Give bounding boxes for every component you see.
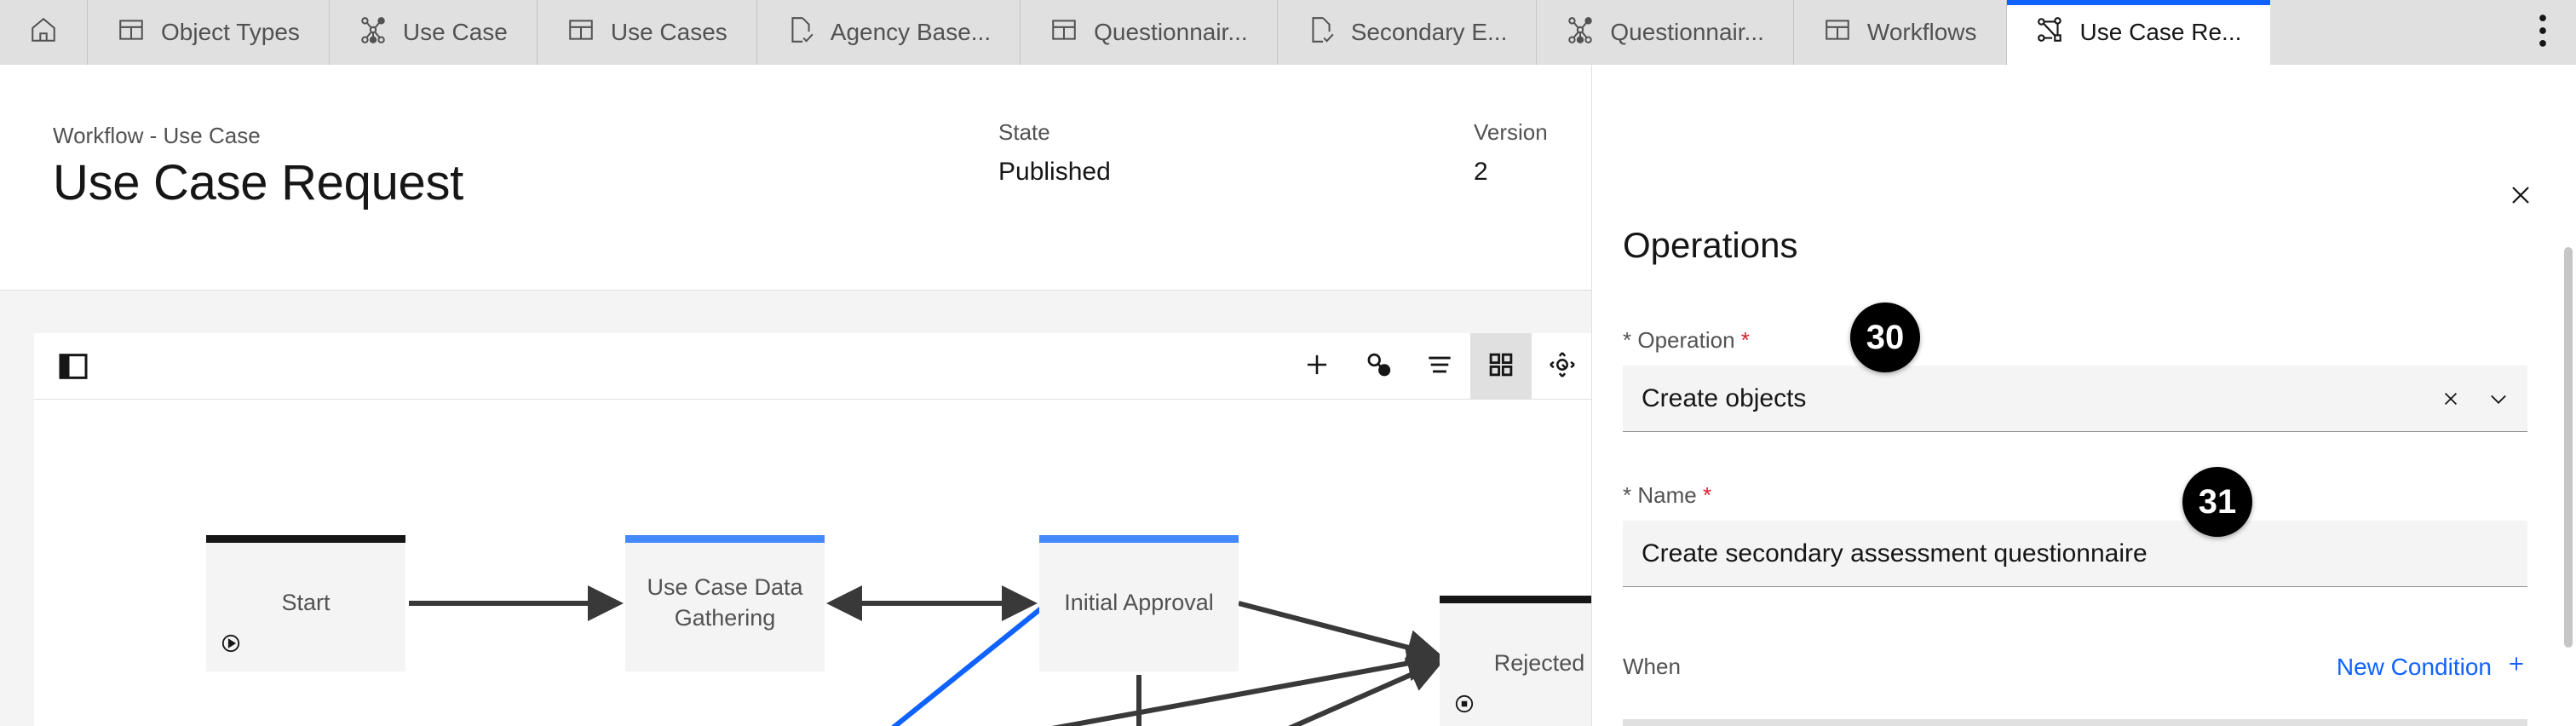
graph-network-icon: [359, 15, 388, 50]
table-icon: [117, 15, 146, 50]
node-label: Use Case Data Gathering: [647, 574, 803, 631]
callout-badge-31: 31: [2182, 467, 2252, 537]
state-meta: State Published: [998, 119, 1111, 187]
play-circle-icon: [220, 632, 242, 663]
node-accent-bar: [1039, 535, 1239, 543]
stop-circle-icon: [1453, 693, 1475, 723]
align-lines-icon: [1423, 349, 1456, 385]
tab-object-types[interactable]: Object Types: [88, 0, 330, 65]
graph-network-icon: [1566, 15, 1595, 50]
tab-label: Secondary E...: [1350, 19, 1508, 45]
tab-label: Use Cases: [610, 19, 727, 45]
add-relation-button[interactable]: [1348, 333, 1409, 400]
document-check-icon: [786, 15, 815, 50]
tab-use-case-request[interactable]: Use Case Re...: [2006, 0, 2272, 65]
plus-icon: [2505, 653, 2527, 681]
tab-label: Object Types: [161, 19, 300, 45]
grid-icon: [1485, 349, 1517, 385]
tab-overflow-menu-button[interactable]: [2510, 0, 2576, 65]
table-icon: [566, 15, 595, 50]
browser-tab-bar: Object Types Use Case Use Cases Agency B…: [0, 0, 2576, 65]
node-accent-bar: [206, 535, 405, 543]
operation-field-group: * Operation * Create objects: [1623, 327, 2527, 432]
operation-label: * Operation *: [1623, 327, 2527, 354]
tab-workflows[interactable]: Workflows: [1793, 0, 2007, 65]
workflow-icon: [2036, 15, 2065, 50]
close-panel-button[interactable]: [2501, 177, 2540, 216]
node-label: Rejected: [1493, 650, 1585, 677]
name-field-group: * Name * Create secondary assessment que…: [1623, 482, 2527, 587]
when-section-header: When New Condition: [1623, 653, 2527, 681]
side-panel-open-icon[interactable]: [56, 349, 90, 383]
breadcrumb: Workflow - Use Case: [53, 123, 261, 148]
grid-layout-button[interactable]: [1470, 333, 1532, 400]
required-asterisk: *: [1702, 482, 1712, 508]
workflow-node-initial-approval[interactable]: Initial Approval: [1039, 535, 1239, 671]
tab-label: Questionnair...: [1610, 19, 1764, 45]
new-condition-button[interactable]: New Condition: [2337, 653, 2527, 681]
label-text: Name: [1637, 482, 1697, 508]
name-value: Create secondary assessment questionnair…: [1642, 539, 2148, 568]
plus-icon: [1301, 349, 1333, 385]
tab-use-case[interactable]: Use Case: [329, 0, 538, 65]
center-focus-icon: [1546, 349, 1578, 385]
state-label: State: [998, 119, 1050, 145]
when-label: When: [1623, 654, 1681, 679]
version-value: 2: [1474, 158, 1488, 186]
workflow-toolbar: [34, 333, 1593, 400]
required-asterisk: *: [1740, 327, 1750, 353]
condition-table-header: ID Field Operator Value: [1623, 719, 2527, 726]
add-node-button[interactable]: [1286, 333, 1348, 400]
operation-select[interactable]: Create objects: [1623, 366, 2527, 432]
table-icon: [1823, 15, 1852, 50]
workflow-node-use-case-data-gathering[interactable]: Use Case Data Gathering: [625, 535, 825, 671]
operations-side-panel: Operations * Operation * Create objects: [1591, 65, 2576, 726]
home-icon: [29, 15, 58, 50]
tab-home[interactable]: [0, 0, 88, 65]
callout-badge-30: 30: [1850, 302, 1920, 372]
name-input[interactable]: Create secondary assessment questionnair…: [1623, 521, 2527, 587]
tab-label: Questionnair...: [1094, 19, 1248, 45]
version-meta: Version 2: [1474, 119, 1548, 187]
tab-secondary-e[interactable]: Secondary E...: [1277, 0, 1538, 65]
label-text: Operation: [1637, 327, 1735, 353]
clear-x-icon[interactable]: [2439, 387, 2463, 411]
align-button[interactable]: [1409, 333, 1470, 400]
state-value: Published: [998, 158, 1111, 186]
node-accent-bar: [625, 535, 825, 543]
panel-scrollbar[interactable]: [2564, 247, 2573, 648]
document-check-icon: [1307, 15, 1336, 50]
tab-bar-spacer: [2271, 0, 2510, 65]
name-label: * Name *: [1623, 482, 2527, 509]
tab-questionnaire-table[interactable]: Questionnair...: [1021, 0, 1278, 65]
tab-agency-base[interactable]: Agency Base...: [756, 0, 1021, 65]
workflow-toolbar-actions: [1286, 333, 1593, 400]
fit-to-screen-button[interactable]: [1532, 333, 1593, 400]
tab-use-cases[interactable]: Use Cases: [537, 0, 757, 65]
page-title: Use Case Request: [53, 155, 463, 210]
tab-label: Agency Base...: [830, 19, 992, 45]
relation-link-icon: [1362, 349, 1394, 385]
tab-label: Workflows: [1866, 19, 1977, 45]
table-icon: [1049, 15, 1078, 50]
new-condition-label: New Condition: [2336, 653, 2492, 680]
label-prefix: *: [1623, 327, 1632, 353]
overflow-menu-vertical-icon: [2536, 13, 2550, 53]
chevron-down-icon[interactable]: [2487, 387, 2510, 411]
version-label: Version: [1474, 119, 1548, 145]
operation-select-controls: [2439, 366, 2510, 432]
tab-questionnaire-graph[interactable]: Questionnair...: [1537, 0, 1794, 65]
node-label: Start: [281, 590, 331, 616]
app-root: Object Types Use Case Use Cases Agency B…: [0, 0, 2576, 726]
tab-label: Use Case: [402, 19, 508, 45]
tab-label: Use Case Re...: [2079, 19, 2242, 45]
panel-title: Operations: [1623, 225, 1798, 265]
node-label: Initial Approval: [1064, 590, 1214, 616]
close-icon: [2505, 180, 2536, 215]
operation-value: Create objects: [1642, 383, 1807, 412]
label-prefix: *: [1623, 482, 1632, 508]
condition-table: ID Field Operator Value: [1623, 719, 2527, 726]
workflow-node-start[interactable]: Start: [206, 535, 405, 671]
